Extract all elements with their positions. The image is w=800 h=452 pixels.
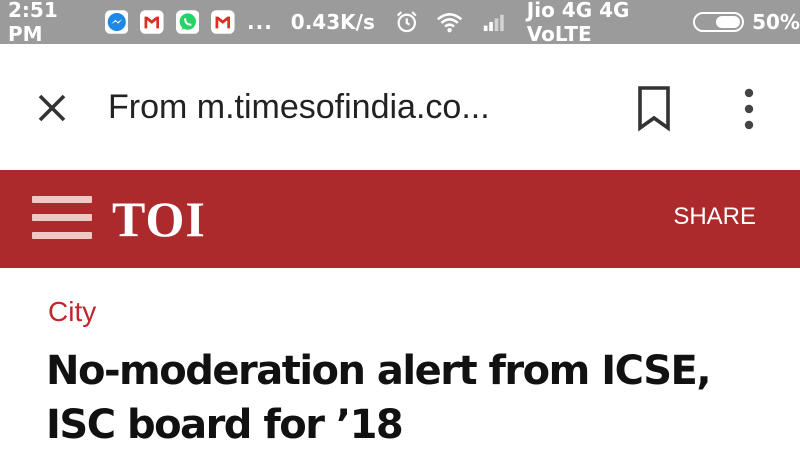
site-header: TOI SHARE xyxy=(0,170,800,268)
wifi-icon xyxy=(437,13,463,33)
whatsapp-icon xyxy=(175,10,200,34)
battery-level xyxy=(716,16,741,28)
carrier-label: Jio 4G 4G VoLTE xyxy=(526,0,630,46)
browser-toolbar: From m.timesofindia.co... xyxy=(0,44,800,170)
hamburger-menu-icon[interactable] xyxy=(32,196,92,240)
article-category[interactable]: City xyxy=(48,292,96,332)
more-notifications: ... xyxy=(247,10,273,34)
battery-icon xyxy=(692,12,745,32)
alarm-icon xyxy=(396,11,417,33)
url-title[interactable]: From m.timesofindia.co... xyxy=(108,84,490,130)
network-speed: 0.43K/s xyxy=(290,10,375,34)
bookmark-icon[interactable] xyxy=(634,84,674,132)
more-vert-icon[interactable] xyxy=(734,86,764,132)
close-icon[interactable] xyxy=(32,88,72,128)
article-headline: No-moderation alert from ICSE, ISC board… xyxy=(46,348,712,448)
share-button[interactable]: SHARE xyxy=(673,200,756,234)
site-logo[interactable]: TOI xyxy=(112,186,206,252)
status-time: 2:51 PM xyxy=(8,0,58,46)
gmail-icon xyxy=(211,10,235,34)
battery-percent: 50% xyxy=(752,10,800,34)
messenger-icon xyxy=(104,10,129,34)
gmail-icon xyxy=(140,10,164,34)
signal-icon xyxy=(483,14,504,32)
status-bar: 2:51 PM ... 0.43K/s Jio 4G 4G VoLTE 50% xyxy=(0,0,800,46)
